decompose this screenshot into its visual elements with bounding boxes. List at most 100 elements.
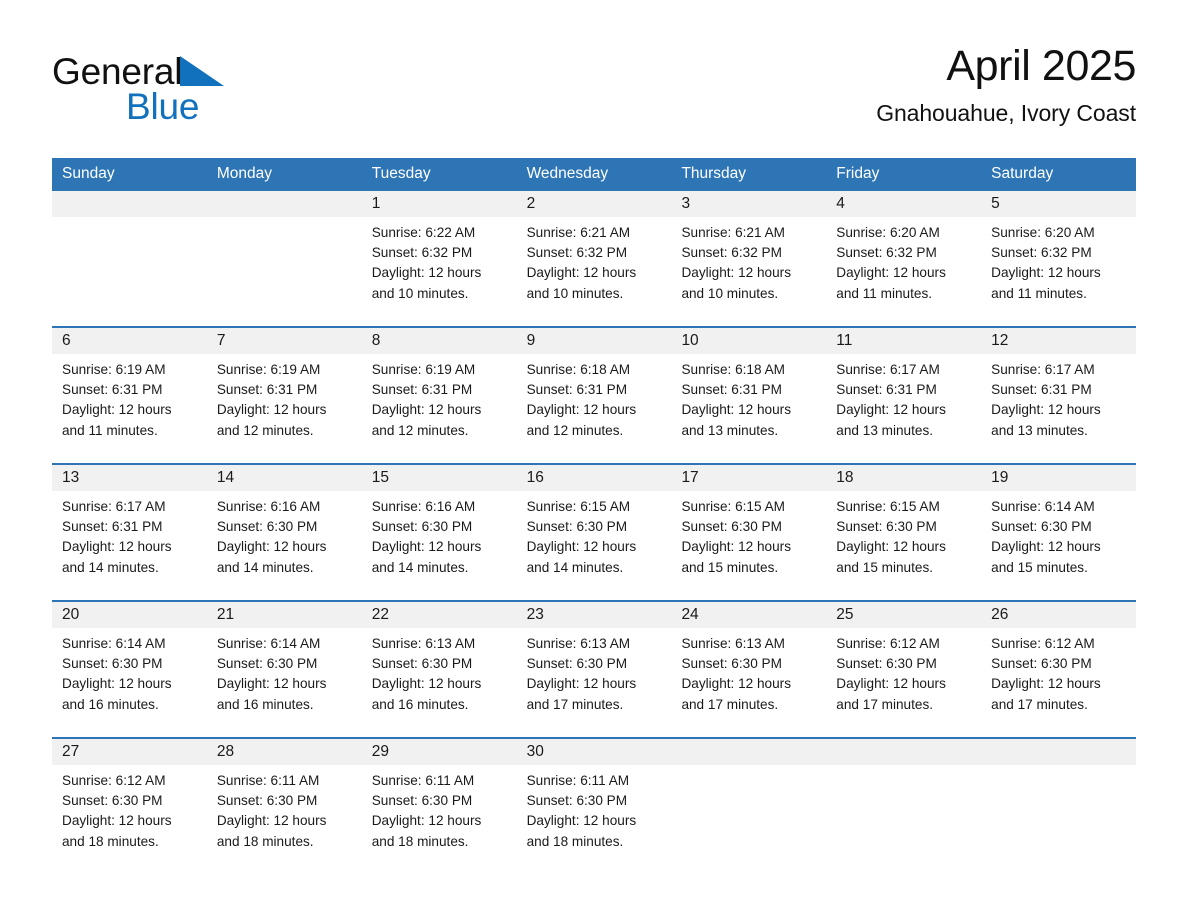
day-number-7[interactable]: 7 [207,328,362,354]
day-number-1[interactable]: 1 [362,191,517,217]
day-number-empty [52,191,207,217]
title-block: April 2025 Gnahouahue, Ivory Coast [876,40,1136,130]
day-detail-line: Daylight: 12 hours [836,539,946,555]
day-number-19[interactable]: 19 [981,465,1136,491]
day-number-26[interactable]: 26 [981,602,1136,628]
day-cell-10[interactable]: Sunrise: 6:18 AM Sunset: 6:31 PM Daylight:… [671,354,826,449]
day-detail-line: and 10 minutes. [526,285,624,301]
day-number-23[interactable]: 23 [517,602,672,628]
day-detail-line: Sunset: 6:31 PM [62,519,163,535]
day-cell-2[interactable]: Sunrise: 6:21 AM Sunset: 6:32 PM Daylight:… [517,217,672,312]
day-number-empty [981,739,1136,765]
page-title: April 2025 [946,42,1136,90]
day-cell-29[interactable]: Sunrise: 6:11 AM Sunset: 6:30 PM Daylight:… [362,765,517,860]
day-cell-9[interactable]: Sunrise: 6:18 AM Sunset: 6:31 PM Daylight:… [517,354,672,449]
day-detail-line: and 11 minutes. [62,422,158,438]
day-detail-line: and 10 minutes. [371,285,469,301]
day-detail-line: Sunrise: 6:14 AM [62,636,166,651]
day-number-row: 13 14 15 16 17 18 19 [52,465,1136,491]
day-cell-21[interactable]: Sunrise: 6:14 AM Sunset: 6:30 PM Daylight:… [207,628,362,723]
day-number-10[interactable]: 10 [671,328,826,354]
day-number-6[interactable]: 6 [52,328,207,354]
day-detail-line: Sunset: 6:30 PM [836,656,937,672]
day-cell-5[interactable]: Sunrise: 6:20 AM Sunset: 6:32 PM Daylight:… [981,217,1136,312]
day-cell-18[interactable]: Sunrise: 6:15 AM Sunset: 6:30 PM Daylight:… [826,491,981,586]
day-detail-line: Daylight: 12 hours [836,265,946,281]
day-cell-15[interactable]: Sunrise: 6:16 AM Sunset: 6:30 PM Daylight:… [362,491,517,586]
day-detail-line: Daylight: 12 hours [371,676,482,692]
day-number-24[interactable]: 24 [671,602,826,628]
general-blue-logo[interactable]: General Blue [52,50,352,140]
day-detail-line: Sunrise: 6:19 AM [62,362,166,377]
day-detail-line: and 18 minutes. [526,833,624,849]
day-number-25[interactable]: 25 [826,602,981,628]
day-number-9[interactable]: 9 [517,328,672,354]
day-detail-line: and 14 minutes. [526,559,624,575]
day-cell-1[interactable]: Sunrise: 6:22 AM Sunset: 6:32 PM Daylight:… [362,217,517,312]
day-number-27[interactable]: 27 [52,739,207,765]
day-detail-line: and 12 minutes. [216,422,314,438]
day-detail-line: and 14 minutes. [216,559,314,575]
day-cell-30[interactable]: Sunrise: 6:11 AM Sunset: 6:30 PM Daylight:… [517,765,672,860]
day-number-14[interactable]: 14 [207,465,362,491]
day-cell-14[interactable]: Sunrise: 6:16 AM Sunset: 6:30 PM Daylight:… [207,491,362,586]
day-cell-8[interactable]: Sunrise: 6:19 AM Sunset: 6:31 PM Daylight:… [362,354,517,449]
day-number-18[interactable]: 18 [826,465,981,491]
day-cell-22[interactable]: Sunrise: 6:13 AM Sunset: 6:30 PM Daylight:… [362,628,517,723]
location-subtitle: Gnahouahue, Ivory Coast [876,100,1136,126]
day-detail-line: Sunset: 6:32 PM [526,245,628,261]
day-number-4[interactable]: 4 [826,191,981,217]
day-cell-4[interactable]: Sunrise: 6:20 AM Sunset: 6:32 PM Daylight:… [826,217,981,312]
day-number-22[interactable]: 22 [362,602,517,628]
day-number-12[interactable]: 12 [981,328,1136,354]
day-detail-line: Sunset: 6:31 PM [681,382,782,398]
day-cell-17[interactable]: Sunrise: 6:15 AM Sunset: 6:30 PM Daylight:… [671,491,826,586]
day-cell-28[interactable]: Sunrise: 6:11 AM Sunset: 6:30 PM Daylight:… [207,765,362,860]
day-number-15[interactable]: 15 [362,465,517,491]
day-detail-line: Sunset: 6:30 PM [371,519,473,535]
day-detail-line: and 15 minutes. [681,559,779,575]
day-cell-27[interactable]: Sunrise: 6:12 AM Sunset: 6:30 PM Daylight:… [52,765,207,860]
day-cell-26[interactable]: Sunrise: 6:12 AM Sunset: 6:30 PM Daylight:… [981,628,1136,723]
day-cell-11[interactable]: Sunrise: 6:17 AM Sunset: 6:31 PM Daylight:… [826,354,981,449]
day-cell-12[interactable]: Sunrise: 6:17 AM Sunset: 6:31 PM Daylight:… [981,354,1136,449]
day-number-row: 27 28 29 30 [52,739,1136,765]
day-cell-19[interactable]: Sunrise: 6:14 AM Sunset: 6:30 PM Daylight:… [981,491,1136,586]
day-number-row: 6 7 8 9 10 11 12 [52,328,1136,354]
day-number-3[interactable]: 3 [671,191,826,217]
day-number-21[interactable]: 21 [207,602,362,628]
calendar-page: General Blue April 2025 Gnahouahue, Ivor… [0,0,1188,918]
day-detail-line: and 16 minutes. [62,696,159,712]
day-cell-25[interactable]: Sunrise: 6:12 AM Sunset: 6:30 PM Daylight:… [826,628,981,723]
day-cell-24[interactable]: Sunrise: 6:13 AM Sunset: 6:30 PM Daylight:… [671,628,826,723]
day-detail-line: Sunrise: 6:22 AM [371,225,476,240]
day-detail-line: and 17 minutes. [526,696,624,712]
day-number-30[interactable]: 30 [517,739,672,765]
calendar-week-row: 27 28 29 30 Sunrise: 6:12 AM Sunset: 6:30 PM D… [52,737,1136,860]
day-detail-line: and 17 minutes. [991,696,1088,712]
day-cell-20[interactable]: Sunrise: 6:14 AM Sunset: 6:30 PM Daylight:… [52,628,207,723]
day-detail-line: Sunrise: 6:19 AM [216,362,321,377]
day-cell-13[interactable]: Sunrise: 6:17 AM Sunset: 6:31 PM Daylight:… [52,491,207,586]
day-cell-23[interactable]: Sunrise: 6:13 AM Sunset: 6:30 PM Daylight:… [517,628,672,723]
day-detail-line: Daylight: 12 hours [216,402,327,418]
day-number-29[interactable]: 29 [362,739,517,765]
day-cell-7[interactable]: Sunrise: 6:19 AM Sunset: 6:31 PM Daylight:… [207,354,362,449]
day-cell-3[interactable]: Sunrise: 6:21 AM Sunset: 6:32 PM Daylight:… [671,217,826,312]
day-cell-16[interactable]: Sunrise: 6:15 AM Sunset: 6:30 PM Daylight:… [517,491,672,586]
day-number-20[interactable]: 20 [52,602,207,628]
day-number-2[interactable]: 2 [517,191,672,217]
day-number-8[interactable]: 8 [362,328,517,354]
day-number-28[interactable]: 28 [207,739,362,765]
day-number-16[interactable]: 16 [517,465,672,491]
day-number-empty [826,739,981,765]
day-detail-row: Sunrise: 6:17 AM Sunset: 6:31 PM Daylight:… [52,491,1136,586]
day-number-11[interactable]: 11 [826,328,981,354]
day-number-13[interactable]: 13 [52,465,207,491]
day-detail-line: Sunset: 6:32 PM [991,245,1092,261]
day-detail-line: Sunrise: 6:12 AM [62,773,166,788]
day-detail-line: Sunset: 6:30 PM [836,519,937,535]
day-cell-6[interactable]: Sunrise: 6:19 AM Sunset: 6:31 PM Daylight:… [52,354,207,449]
day-number-5[interactable]: 5 [981,191,1136,217]
day-number-17[interactable]: 17 [671,465,826,491]
